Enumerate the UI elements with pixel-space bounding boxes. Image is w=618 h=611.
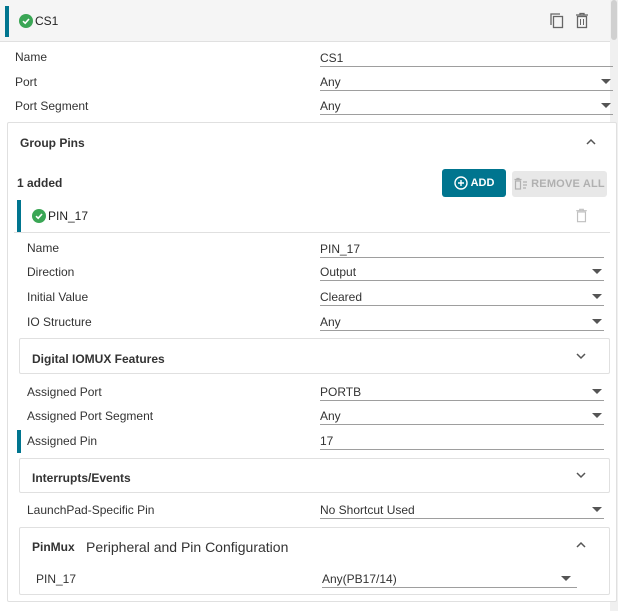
group-pins-title: Group Pins: [20, 136, 85, 150]
io-structure-select[interactable]: Any: [320, 315, 604, 331]
delete-list-icon: [514, 177, 528, 190]
assigned-pin-input[interactable]: 17: [320, 434, 604, 450]
scrollbar-thumb[interactable]: [611, 0, 617, 40]
direction-select[interactable]: Output: [320, 265, 604, 281]
assigned-port-segment-label: Assigned Port Segment: [27, 409, 154, 423]
cs1-title: CS1: [35, 14, 59, 28]
io-structure-label: IO Structure: [27, 315, 92, 329]
trash-icon[interactable]: [575, 12, 589, 29]
chevron-down-icon[interactable]: [576, 470, 586, 480]
assigned-pin-label: Assigned Pin: [27, 434, 98, 448]
selection-bar: [17, 200, 21, 232]
caret-down-icon: [592, 507, 602, 512]
pin-name-input[interactable]: PIN_17: [320, 242, 604, 258]
trash-icon[interactable]: [575, 208, 588, 223]
caret-down-icon: [592, 389, 602, 394]
assigned-port-select[interactable]: PORTB: [320, 385, 604, 401]
add-button[interactable]: ADD: [442, 169, 506, 197]
pin-name-label: Name: [27, 241, 60, 255]
name-label: Name: [15, 50, 48, 64]
initial-value-label: Initial Value: [27, 290, 89, 304]
selection-bar: [5, 6, 9, 37]
selection-bar: [17, 430, 21, 453]
plus-circle-icon: [453, 176, 468, 190]
caret-down-icon: [601, 79, 611, 84]
caret-down-icon: [601, 103, 611, 108]
assigned-port-label: Assigned Port: [27, 385, 102, 399]
added-count: 1 added: [17, 176, 63, 190]
launchpad-select[interactable]: No Shortcut Used: [320, 503, 604, 519]
chevron-down-icon[interactable]: [576, 351, 586, 361]
pinmux-title: Peripheral and Pin Configuration: [86, 539, 289, 555]
launchpad-label: LaunchPad-Specific Pin: [27, 503, 155, 517]
cs1-header[interactable]: CS1: [0, 0, 610, 42]
port-segment-select[interactable]: Any: [320, 99, 613, 115]
chevron-up-icon[interactable]: [586, 137, 596, 147]
name-input[interactable]: CS1: [320, 51, 613, 67]
pinmux-row-label: PIN_17: [36, 572, 77, 586]
caret-down-icon: [592, 413, 602, 418]
port-label: Port: [15, 75, 38, 89]
port-select[interactable]: Any: [320, 75, 613, 91]
pinmux-tag: PinMux: [32, 540, 75, 554]
digital-iomux-title: Digital IOMUX Features: [32, 352, 165, 366]
check-circle-icon: [19, 14, 33, 28]
direction-label: Direction: [27, 265, 75, 279]
copy-icon[interactable]: [549, 12, 565, 30]
interrupts-title: Interrupts/Events: [32, 471, 131, 485]
pinmux-row-select[interactable]: Any(PB17/14): [322, 572, 577, 588]
caret-down-icon: [592, 294, 602, 299]
initial-value-select[interactable]: Cleared: [320, 290, 604, 306]
caret-down-icon: [592, 269, 602, 274]
caret-down-icon: [592, 319, 602, 324]
pin17-header[interactable]: PIN_17: [14, 199, 610, 233]
port-segment-label: Port Segment: [15, 99, 89, 113]
pin17-title: PIN_17: [48, 209, 89, 223]
chevron-up-icon[interactable]: [576, 540, 586, 550]
caret-down-icon: [561, 576, 571, 581]
check-circle-icon: [32, 209, 46, 223]
assigned-port-segment-select[interactable]: Any: [320, 409, 604, 425]
remove-all-button[interactable]: REMOVE ALL: [512, 171, 607, 197]
